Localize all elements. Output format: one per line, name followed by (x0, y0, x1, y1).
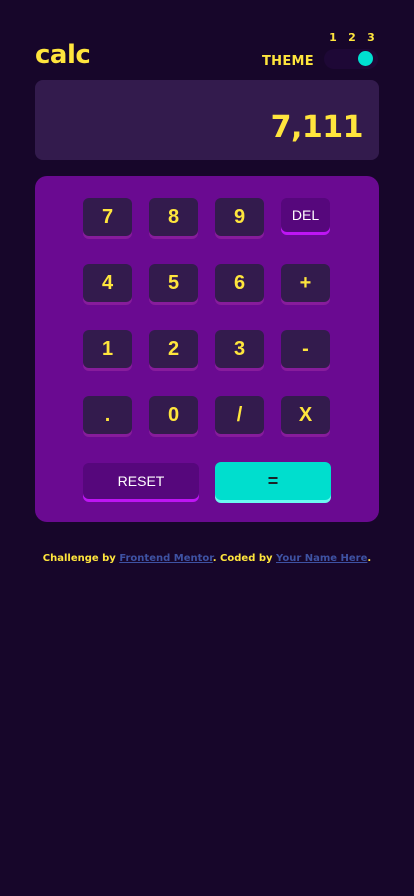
challenge-prefix: Challenge by (42, 553, 116, 564)
app-logo: calc (35, 40, 91, 70)
footer-suffix: . (367, 553, 372, 564)
reset-button[interactable]: RESET (83, 463, 199, 499)
coded-prefix: . Coded by (212, 553, 273, 564)
theme-toggle[interactable] (324, 49, 378, 69)
theme-label: THEME (262, 54, 314, 69)
delete-button[interactable]: DEL (281, 198, 330, 232)
key-0[interactable]: 0 (149, 396, 198, 434)
theme-options: 1 2 3 (326, 31, 378, 44)
key-7[interactable]: 7 (83, 198, 132, 236)
theme-option-1[interactable]: 1 (326, 31, 340, 44)
attribution-footer: Challenge by Frontend Mentor. Coded by Y… (0, 553, 414, 564)
key-divide[interactable]: / (215, 396, 264, 434)
theme-option-3[interactable]: 3 (364, 31, 378, 44)
equals-button[interactable]: = (215, 462, 331, 500)
key-4[interactable]: 4 (83, 264, 132, 302)
key-5[interactable]: 5 (149, 264, 198, 302)
key-3[interactable]: 3 (215, 330, 264, 368)
key-9[interactable]: 9 (215, 198, 264, 236)
key-minus[interactable]: - (281, 330, 330, 368)
key-8[interactable]: 8 (149, 198, 198, 236)
key-plus[interactable]: + (281, 264, 330, 302)
key-multiply[interactable]: X (281, 396, 330, 434)
theme-option-2[interactable]: 2 (345, 31, 359, 44)
key-6[interactable]: 6 (215, 264, 264, 302)
theme-toggle-knob[interactable] (358, 51, 373, 66)
calculator-app: calc THEME 1 2 3 7,111 7 8 9 DEL 4 5 6 +… (0, 0, 414, 896)
display-value: 7,111 (270, 110, 364, 145)
key-1[interactable]: 1 (83, 330, 132, 368)
key-2[interactable]: 2 (149, 330, 198, 368)
author-link[interactable]: Your Name Here (276, 553, 367, 564)
keypad: 7 8 9 DEL 4 5 6 + 1 2 3 - . 0 / X RESET … (35, 176, 379, 522)
frontend-mentor-link[interactable]: Frontend Mentor (119, 553, 212, 564)
key-decimal[interactable]: . (83, 396, 132, 434)
calculator-display: 7,111 (35, 80, 379, 160)
